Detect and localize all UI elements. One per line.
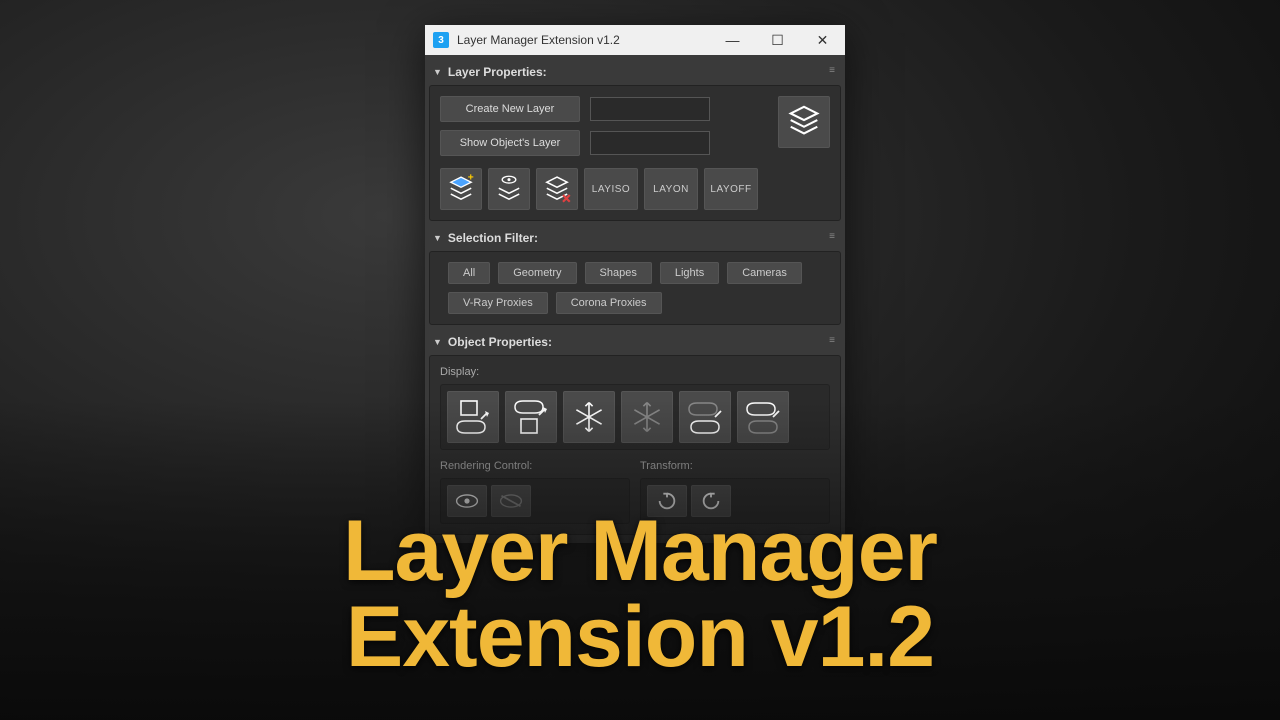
snowflake-icon	[571, 399, 607, 435]
teapot-hide-icon	[685, 397, 725, 437]
titlebar: 3 Layer Manager Extension v1.2 — ☐ ✕	[425, 25, 845, 55]
maximize-button[interactable]: ☐	[755, 25, 800, 55]
layer-properties-content: Create New Layer Show Object's Layer	[429, 85, 841, 221]
svg-text:+: +	[468, 173, 474, 184]
layers-icon	[785, 103, 823, 141]
layer-properties-header[interactable]: ▼ Layer Properties: ≡	[429, 59, 841, 85]
layer-delete-button[interactable]	[536, 168, 578, 210]
show-objects-layer-button[interactable]: Show Object's Layer	[440, 130, 580, 156]
filter-geometry-button[interactable]: Geometry	[498, 262, 576, 284]
filter-lights-button[interactable]: Lights	[660, 262, 719, 284]
section-menu-icon[interactable]: ≡	[829, 231, 835, 242]
collapse-icon: ▼	[433, 67, 442, 77]
display-hide-button[interactable]	[679, 391, 731, 443]
section-title: Selection Filter:	[448, 231, 538, 245]
app-window: 3 Layer Manager Extension v1.2 — ☐ ✕ ▼ L…	[425, 25, 845, 543]
display-toolbar	[440, 384, 830, 450]
layiso-button[interactable]: LAYISO	[584, 168, 638, 210]
section-title: Object Properties:	[448, 335, 552, 349]
layers-delete-icon	[540, 172, 574, 206]
teapot-unhide-icon	[743, 397, 783, 437]
filter-vray-proxies-button[interactable]: V-Ray Proxies	[448, 292, 548, 314]
create-layer-name-input[interactable]	[590, 97, 710, 121]
transform-label: Transform:	[640, 460, 830, 472]
layer-add-button[interactable]: +	[440, 168, 482, 210]
promo-line-2: Extension v1.2	[343, 594, 937, 680]
promo-line-1: Layer Manager	[343, 508, 937, 594]
display-unfreeze-button[interactable]	[621, 391, 673, 443]
minimize-button[interactable]: —	[710, 25, 755, 55]
filter-cameras-button[interactable]: Cameras	[727, 262, 802, 284]
rendering-control-label: Rendering Control:	[440, 460, 630, 472]
create-new-layer-button[interactable]: Create New Layer	[440, 96, 580, 122]
section-menu-icon[interactable]: ≡	[829, 335, 835, 346]
window-title: Layer Manager Extension v1.2	[457, 33, 710, 47]
filter-all-button[interactable]: All	[448, 262, 490, 284]
teapot-box-icon	[511, 397, 551, 437]
layoff-button[interactable]: LAYOFF	[704, 168, 758, 210]
display-teapot-to-box-button[interactable]	[505, 391, 557, 443]
layers-add-icon: +	[444, 172, 478, 206]
show-layer-name-input[interactable]	[590, 131, 710, 155]
section-title: Layer Properties:	[448, 65, 547, 79]
collapse-icon: ▼	[433, 337, 442, 347]
filter-corona-proxies-button[interactable]: Corona Proxies	[556, 292, 662, 314]
display-box-to-teapot-button[interactable]	[447, 391, 499, 443]
panel-body: ▼ Layer Properties: ≡ Create New Layer S…	[425, 55, 845, 543]
layer-manager-button[interactable]	[778, 96, 830, 148]
collapse-icon: ▼	[433, 233, 442, 243]
selection-filter-header[interactable]: ▼ Selection Filter: ≡	[429, 225, 841, 251]
close-button[interactable]: ✕	[800, 25, 845, 55]
box-teapot-icon	[453, 397, 493, 437]
section-menu-icon[interactable]: ≡	[829, 65, 835, 76]
layon-button[interactable]: LAYON	[644, 168, 698, 210]
app-icon: 3	[433, 32, 449, 48]
display-label: Display:	[440, 366, 830, 378]
snowflake-dim-icon	[629, 399, 665, 435]
display-unhide-button[interactable]	[737, 391, 789, 443]
display-freeze-button[interactable]	[563, 391, 615, 443]
layer-show-button[interactable]	[488, 168, 530, 210]
object-properties-header[interactable]: ▼ Object Properties: ≡	[429, 329, 841, 355]
promo-title: Layer Manager Extension v1.2	[343, 508, 937, 680]
filter-shapes-button[interactable]: Shapes	[585, 262, 652, 284]
selection-filter-content: All Geometry Shapes Lights Cameras V-Ray…	[429, 251, 841, 325]
layers-eye-icon	[492, 172, 526, 206]
